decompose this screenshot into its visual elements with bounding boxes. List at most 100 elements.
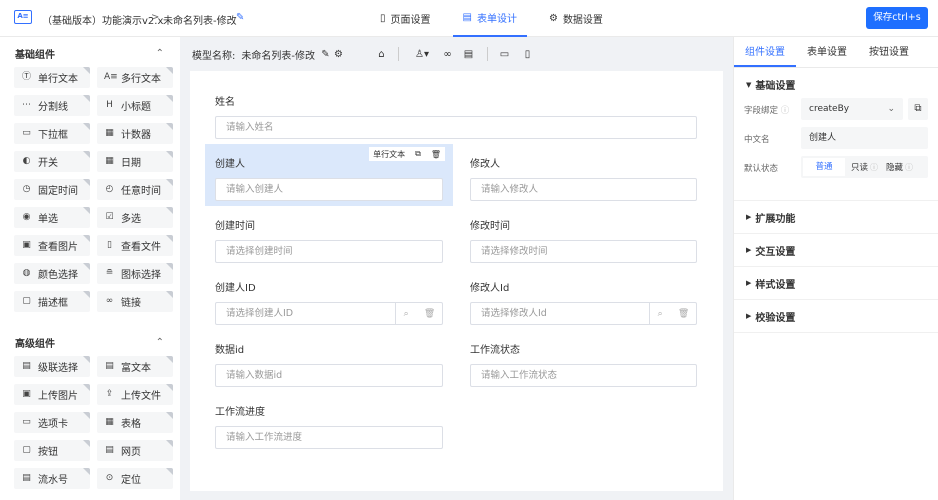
basic-components-header[interactable]: 基础组件 ⌃ bbox=[0, 39, 180, 67]
state-hidden[interactable]: 隐藏 bbox=[886, 161, 903, 173]
component-label: 链接 bbox=[121, 298, 141, 309]
data-id-input[interactable]: 请输入数据id bbox=[215, 364, 443, 387]
edit-title-icon[interactable]: ✎ bbox=[236, 12, 244, 23]
save-button[interactable]: 保存ctrl+s bbox=[866, 7, 928, 29]
basic-settings-body: 字段绑定 ⓘ createBy ⌄ ⧉ 中文名 创建人 默认状态 普通 只读 ⓘ… bbox=[734, 98, 938, 201]
extension-settings-header[interactable]: ▶ 扩展功能 bbox=[734, 201, 938, 234]
workflow-status-input[interactable]: 请输入工作流状态 bbox=[470, 364, 697, 387]
component-location[interactable]: ⊙ 定位 bbox=[97, 468, 173, 489]
help-icon[interactable]: ⓘ bbox=[870, 162, 878, 173]
component-link[interactable]: ∞ 链接 bbox=[97, 291, 173, 312]
component-multi-line-text[interactable]: A≡ 多行文本 bbox=[97, 67, 173, 88]
component-label: 上传图片 bbox=[38, 391, 78, 402]
component-view-file[interactable]: ▯ 查看文件 bbox=[97, 235, 173, 256]
switch-icon: ◐ bbox=[22, 156, 31, 166]
cn-name-input[interactable]: 创建人 bbox=[801, 127, 928, 149]
component-upload-file[interactable]: ⇪ 上传文件 bbox=[97, 384, 173, 405]
copy-icon[interactable]: ⧉ bbox=[908, 98, 928, 120]
component-color-picker[interactable]: ◍ 颜色选择 bbox=[14, 263, 90, 284]
state-normal[interactable]: 普通 bbox=[803, 158, 845, 176]
component-button[interactable]: ▢ 按钮 bbox=[14, 440, 90, 461]
component-any-time[interactable]: ◴ 任意时间 bbox=[97, 179, 173, 200]
tab-button-settings[interactable]: 按钮设置 bbox=[858, 37, 920, 67]
radio-icon: ◉ bbox=[22, 212, 31, 222]
caret-down-icon: ▼ bbox=[746, 80, 752, 89]
interaction-settings-header[interactable]: ▶ 交互设置 bbox=[734, 234, 938, 267]
tab-data-settings[interactable]: ⚙ 数据设置 bbox=[539, 0, 613, 37]
component-richtext[interactable]: ▤ 富文本 bbox=[97, 356, 173, 377]
button-icon: ▢ bbox=[22, 445, 31, 455]
properties-panel: 组件设置 表单设置 按钮设置 ▼ 基础设置 字段绑定 ⓘ createBy ⌄ … bbox=[733, 37, 938, 500]
search-icon[interactable]: ⌕ bbox=[658, 309, 663, 319]
component-view-image[interactable]: ▣ 查看图片 bbox=[14, 235, 90, 256]
gear-icon: ⚙ bbox=[548, 13, 558, 24]
modified-time-input[interactable]: 请选择修改时间 bbox=[470, 240, 697, 263]
calendar-icon: ▦ bbox=[105, 156, 114, 166]
workflow-progress-input[interactable]: 请输入工作流进度 bbox=[215, 426, 443, 449]
component-icon-picker[interactable]: ≘ 图标选择 bbox=[97, 263, 173, 284]
component-radio[interactable]: ◉ 单选 bbox=[14, 207, 90, 228]
field-created-time: 创建时间 请选择创建时间 bbox=[215, 217, 443, 263]
help-icon[interactable]: ⓘ bbox=[781, 106, 790, 116]
tab-form-design[interactable]: ▤ 表单设计 bbox=[452, 0, 527, 37]
modifier-input[interactable]: 请输入修改人 bbox=[470, 178, 697, 201]
app-logo-icon[interactable]: A≡ bbox=[14, 10, 32, 24]
component-description[interactable]: ▢ 描述框 bbox=[14, 291, 90, 312]
component-counter[interactable]: ▦ 计数器 bbox=[97, 123, 173, 144]
style-settings-header[interactable]: ▶ 样式设置 bbox=[734, 267, 938, 300]
tablet-icon[interactable]: ▯ bbox=[521, 48, 534, 61]
component-label: 单行文本 bbox=[38, 74, 78, 85]
component-label: 富文本 bbox=[121, 363, 151, 374]
component-subtitle[interactable]: H 小标题 bbox=[97, 95, 173, 116]
delete-icon[interactable]: 🗑 bbox=[678, 309, 689, 319]
table-icon: ▦ bbox=[105, 417, 114, 427]
card-icon[interactable]: ▤ bbox=[462, 48, 475, 61]
component-date[interactable]: ▦ 日期 bbox=[97, 151, 173, 172]
icon-picker-icon: ≘ bbox=[105, 268, 114, 278]
location-icon: ⊙ bbox=[105, 473, 114, 483]
delete-icon[interactable]: 🗑 bbox=[424, 309, 435, 319]
help-icon[interactable]: ⓘ bbox=[905, 162, 913, 173]
home-icon[interactable]: ⌂ bbox=[375, 48, 388, 61]
edit-icon[interactable]: ✎ bbox=[319, 48, 332, 61]
tab-page-settings[interactable]: ▯ 页面设置 bbox=[370, 0, 441, 37]
section-title: 校验设置 bbox=[755, 312, 796, 324]
component-label: 查看文件 bbox=[121, 242, 161, 253]
component-checkbox[interactable]: ☑ 多选 bbox=[97, 207, 173, 228]
gear-icon[interactable]: ⚙ bbox=[332, 48, 345, 61]
section-title: 交互设置 bbox=[755, 246, 796, 258]
field-name: 姓名 请输入姓名 bbox=[215, 93, 697, 139]
validation-settings-header[interactable]: ▶ 校验设置 bbox=[734, 300, 938, 333]
breadcrumb-app[interactable]: （基础版本）功能演示v2.x bbox=[42, 12, 163, 27]
search-icon[interactable]: ⌕ bbox=[404, 309, 409, 319]
component-serial-number[interactable]: ▤ 流水号 bbox=[14, 468, 90, 489]
component-label: 小标题 bbox=[121, 102, 151, 113]
component-webpage[interactable]: ▤ 网页 bbox=[97, 440, 173, 461]
component-upload-image[interactable]: ▣ 上传图片 bbox=[14, 384, 90, 405]
component-dropdown[interactable]: ▭ 下拉框 bbox=[14, 123, 90, 144]
component-switch[interactable]: ◐ 开关 bbox=[14, 151, 90, 172]
component-tabs[interactable]: ▭ 选项卡 bbox=[14, 412, 90, 433]
user-dropdown-icon[interactable]: ♙▾ bbox=[411, 48, 433, 61]
component-label: 多行文本 bbox=[121, 74, 161, 85]
input-actions: ⌕ 🗑 bbox=[395, 302, 443, 325]
name-input[interactable]: 请输入姓名 bbox=[215, 116, 697, 139]
created-time-input[interactable]: 请选择创建时间 bbox=[215, 240, 443, 263]
creator-input[interactable]: 请输入创建人 bbox=[215, 178, 443, 201]
link-icon[interactable]: ∞ bbox=[441, 48, 454, 61]
tab-component-settings[interactable]: 组件设置 bbox=[734, 37, 796, 67]
component-single-line-text[interactable]: Ⓣ 单行文本 bbox=[14, 67, 90, 88]
basic-settings-header[interactable]: ▼ 基础设置 bbox=[734, 68, 938, 101]
section-title: 基础组件 bbox=[15, 49, 55, 61]
component-cascade[interactable]: ▤ 级联选择 bbox=[14, 356, 90, 377]
component-divider[interactable]: ⋯ 分割线 bbox=[14, 95, 90, 116]
desktop-icon[interactable]: ▭ bbox=[498, 48, 511, 61]
field-label: 工作流进度 bbox=[215, 407, 265, 418]
field-workflow-status: 工作流状态 请输入工作流状态 bbox=[470, 341, 697, 387]
component-table[interactable]: ▦ 表格 bbox=[97, 412, 173, 433]
advanced-components-header[interactable]: 高级组件 ⌃ bbox=[0, 328, 180, 356]
component-fixed-time[interactable]: ◷ 固定时间 bbox=[14, 179, 90, 200]
tab-form-settings[interactable]: 表单设置 bbox=[796, 37, 858, 67]
state-readonly[interactable]: 只读 bbox=[851, 161, 868, 173]
field-bind-select[interactable]: createBy ⌄ bbox=[801, 98, 903, 120]
